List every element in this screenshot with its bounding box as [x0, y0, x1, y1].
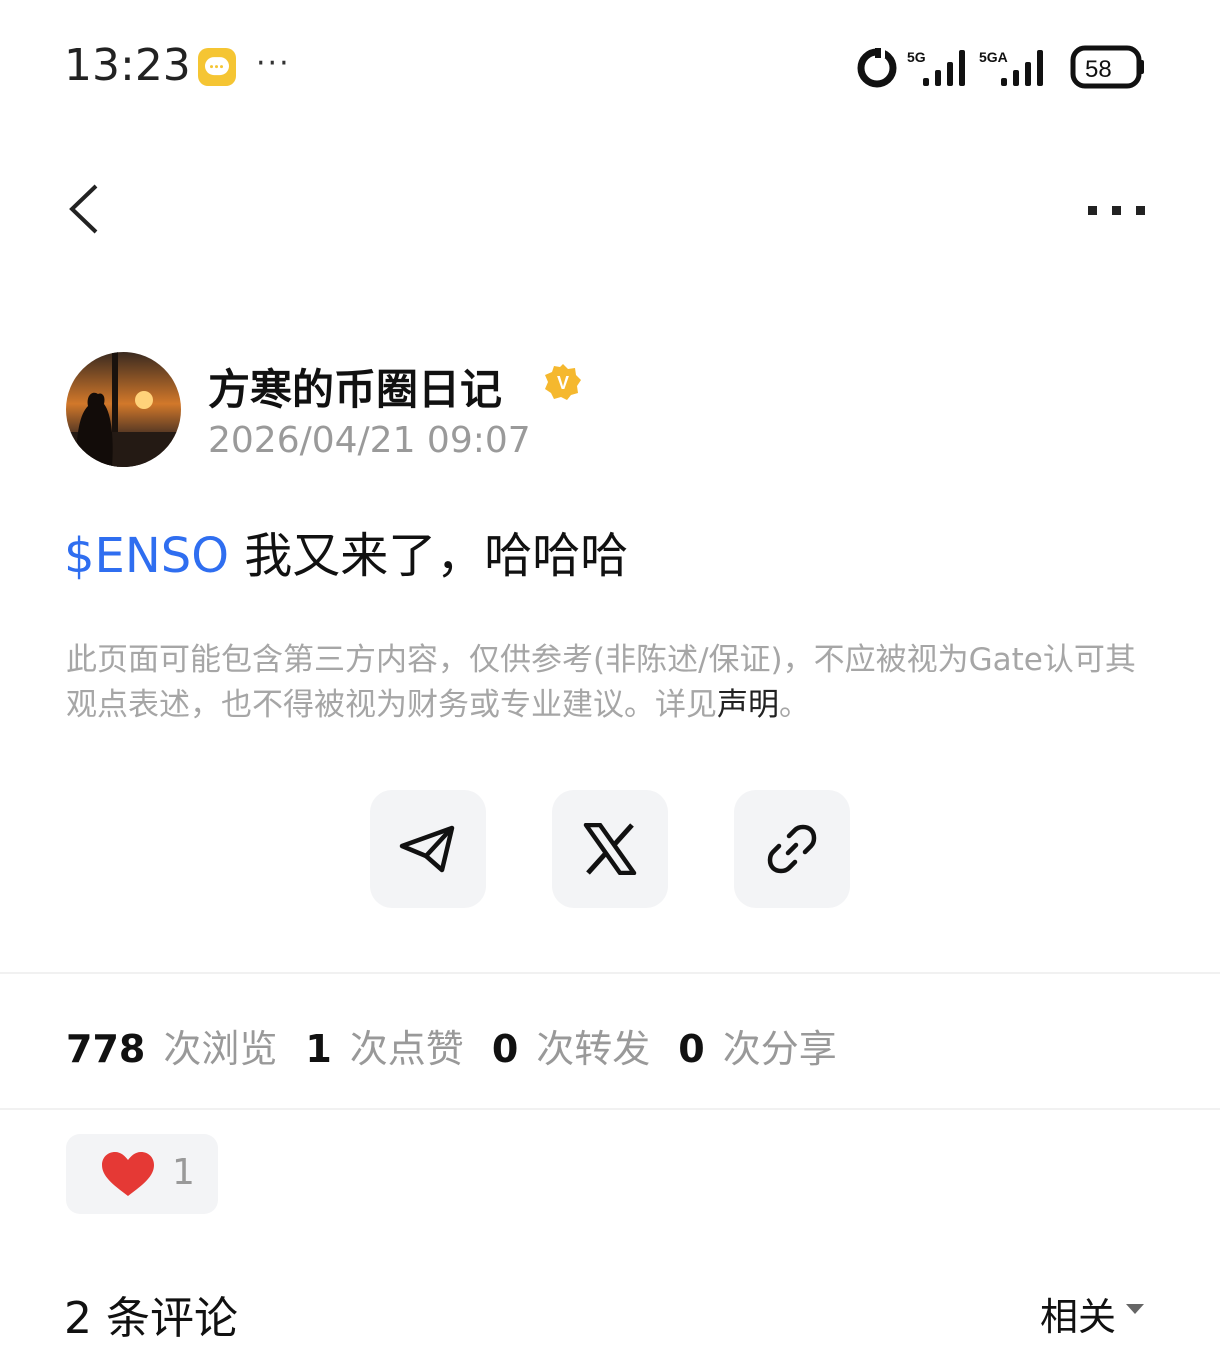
- reposts-count: 0: [491, 1027, 519, 1071]
- signal-icon: [923, 50, 965, 86]
- likes-label: 次点赞: [349, 1027, 464, 1071]
- status-time: 13:23: [64, 40, 191, 91]
- comment-sort-dropdown[interactable]: 相关: [1040, 1286, 1116, 1341]
- like-reaction-button[interactable]: [66, 1134, 218, 1214]
- post-text: $ENSO 我又来了，哈哈哈: [64, 516, 628, 586]
- link-icon: [767, 824, 817, 874]
- post-stats: 778 次浏览 1 次点赞 0 次转发 0 次分享: [66, 1018, 865, 1073]
- battery-level: 58: [1085, 56, 1112, 83]
- divider: [0, 972, 1220, 974]
- likes-count: 1: [305, 1027, 332, 1071]
- reaction-count: 1: [172, 1152, 195, 1193]
- share-x-button[interactable]: [552, 790, 668, 908]
- divider: [0, 1108, 1220, 1110]
- caret-down-icon[interactable]: [1126, 1304, 1144, 1314]
- telegram-icon: [399, 825, 455, 873]
- author-name[interactable]: 方寒的币圈日记: [208, 356, 502, 417]
- avatar[interactable]: [66, 352, 181, 467]
- copy-link-button[interactable]: [734, 790, 850, 908]
- views-count: 778: [66, 1027, 146, 1071]
- disclaimer-end: 。: [779, 687, 810, 723]
- status-right-icons: 5G 5GA 58: [855, 44, 1155, 92]
- ticker-link[interactable]: $ENSO: [64, 528, 229, 584]
- shares-count: 0: [678, 1027, 705, 1071]
- views-label: 次浏览: [163, 1027, 278, 1071]
- battery-icon: 58: [1070, 45, 1144, 89]
- net1-label: 5G: [907, 49, 926, 65]
- share-telegram-button[interactable]: [370, 790, 486, 908]
- chevron-left-icon: [69, 184, 98, 234]
- x-icon: [583, 823, 637, 875]
- disclaimer-text: 此页面可能包含第三方内容，仅供参考(非陈述/保证)，不应被视为Gate认可其观点…: [66, 642, 1136, 723]
- disclaimer-link[interactable]: 声明: [717, 687, 779, 723]
- status-more-indicator: ···: [256, 46, 291, 81]
- back-button[interactable]: [66, 182, 106, 236]
- shares-label: 次分享: [722, 1027, 837, 1071]
- svg-text:V: V: [557, 373, 569, 393]
- comments-title: 2 条评论: [64, 1293, 238, 1344]
- more-icon: [1088, 206, 1145, 215]
- heart-icon: [102, 1152, 154, 1196]
- reposts-label: 次转发: [536, 1027, 651, 1071]
- more-button[interactable]: [1082, 198, 1148, 222]
- verified-badge-icon: V: [544, 363, 582, 401]
- ring-icon: [857, 46, 897, 88]
- post-timestamp: 2026/04/21 09:07: [208, 420, 531, 461]
- chat-icon: [198, 48, 236, 86]
- post-content: 我又来了，哈哈哈: [229, 528, 629, 584]
- net2-label: 5GA: [979, 49, 1008, 65]
- disclaimer: 此页面可能包含第三方内容，仅供参考(非陈述/保证)，不应被视为Gate认可其观点…: [66, 638, 1156, 728]
